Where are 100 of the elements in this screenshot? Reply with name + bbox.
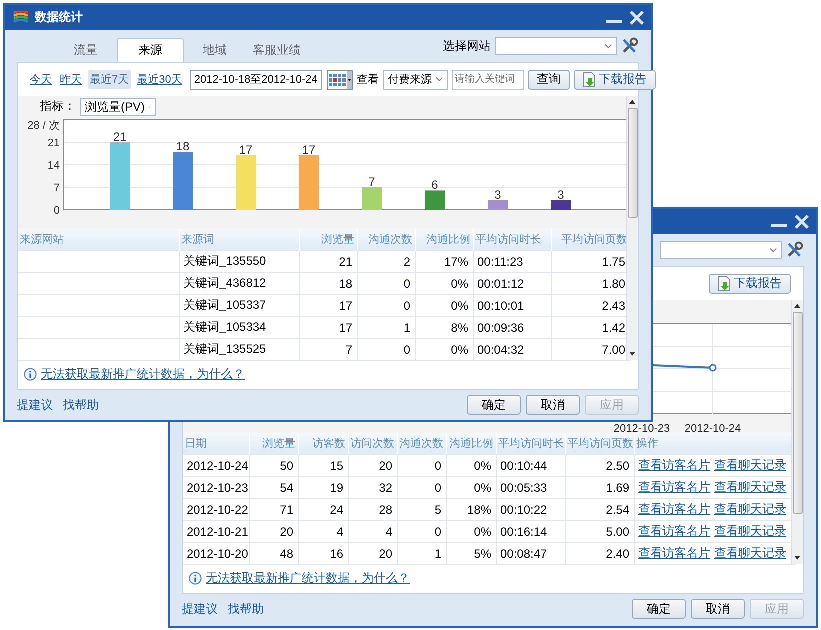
tools-icon[interactable]	[621, 37, 639, 55]
column-header: 平均访问时长	[496, 433, 565, 454]
column-header: 访客数	[298, 433, 348, 454]
table-link[interactable]: 查看访客名片	[638, 458, 710, 472]
table-cell: 00:10:01	[473, 294, 551, 316]
dialog-button[interactable]: 取消	[526, 395, 580, 415]
table-cell: 00:05:33	[496, 476, 565, 498]
footer-link[interactable]: 提建议	[182, 600, 218, 618]
tools-icon[interactable]	[786, 241, 804, 259]
table-cell: 2012-10-23	[183, 476, 249, 498]
query-button[interactable]: 查询	[528, 70, 570, 90]
table-cell: 1	[357, 316, 415, 338]
bar-value-label: 17	[302, 142, 316, 157]
table-cell: 0	[357, 338, 415, 360]
date-range-link[interactable]: 今天	[28, 70, 54, 89]
table-cell: 20	[348, 542, 397, 564]
metric-label: 指标：	[40, 98, 76, 114]
table-cell: 24	[298, 498, 348, 520]
footer-link[interactable]: 找帮助	[228, 600, 264, 618]
column-header: 平均访问时长	[473, 229, 551, 250]
table-cell: 5	[397, 498, 446, 520]
table-cell: 28	[348, 498, 397, 520]
date-range-link[interactable]: 最近7天	[88, 70, 132, 89]
dialog-button[interactable]: 取消	[691, 599, 745, 619]
table-link[interactable]: 查看访客名片	[638, 524, 710, 538]
table-cell: 00:04:32	[473, 338, 551, 360]
date-range-link[interactable]: 昨天	[58, 70, 84, 89]
chevron-down-icon	[605, 44, 612, 48]
x-axis-label: 2012-10-24	[684, 423, 742, 433]
column-header: 来源词	[179, 229, 299, 250]
table-cell: 16	[298, 542, 348, 564]
table-cell: 关键词_105337	[179, 294, 299, 316]
scrollbar[interactable]	[626, 96, 638, 360]
table-cell: 00:16:14	[496, 520, 565, 542]
table-cell: 17	[299, 294, 357, 316]
table-link[interactable]: 查看访客名片	[638, 480, 710, 494]
table-link[interactable]: 查看聊天记录	[714, 480, 786, 494]
scroll-down-icon[interactable]	[628, 350, 637, 358]
table-cell: 0%	[415, 338, 473, 360]
table-cell: 00:10:22	[496, 498, 565, 520]
help-link[interactable]: 无法获取最新推广统计数据，为什么？	[41, 366, 245, 383]
bar-value-label: 3	[494, 188, 502, 202]
tab[interactable]: 地域	[184, 38, 246, 62]
table-link[interactable]: 查看访客名片	[638, 546, 710, 560]
scroll-up-icon[interactable]	[793, 302, 802, 310]
info-icon	[189, 572, 202, 585]
bar	[362, 188, 382, 210]
calendar-button[interactable]	[326, 70, 353, 90]
dialog-button[interactable]: 确定	[467, 395, 521, 415]
help-link[interactable]: 无法获取最新推广统计数据，为什么？	[206, 570, 410, 587]
keyword-field[interactable]: 请输入关键词	[452, 70, 524, 90]
table-cell: 2012-10-21	[183, 520, 249, 542]
download-report-button[interactable]: 下载报告	[574, 70, 656, 90]
bar	[110, 142, 130, 210]
table-cell: 17%	[415, 250, 473, 272]
metric-select[interactable]: 浏览量(PV)	[80, 98, 156, 116]
footer-link[interactable]: 找帮助	[63, 396, 99, 414]
footer-link[interactable]: 提建议	[17, 396, 53, 414]
tab[interactable]: 流量	[55, 38, 117, 62]
table-link[interactable]: 查看聊天记录	[714, 458, 786, 472]
column-header: 日期	[183, 433, 249, 454]
chevron-down-icon	[436, 77, 443, 82]
table-cell: 00:10:44	[496, 454, 565, 476]
table-cell: 2.40	[565, 542, 634, 564]
column-header: 平均访问页数	[565, 433, 634, 454]
table-cell: 0%	[415, 272, 473, 294]
column-header: 沟通次数	[357, 229, 415, 250]
close-button[interactable]	[629, 10, 645, 26]
download-report-button[interactable]: 下载报告	[709, 274, 791, 294]
bar-value-label: 3	[558, 188, 564, 202]
table-cell: 2012-10-22	[183, 498, 249, 520]
table-cell: 18%	[446, 498, 496, 520]
scrollbar[interactable]	[791, 300, 803, 564]
tab[interactable]: 来源	[117, 38, 184, 62]
table-link[interactable]: 查看聊天记录	[714, 546, 786, 560]
table-link[interactable]: 查看聊天记录	[714, 524, 786, 538]
download-icon	[718, 276, 732, 292]
scroll-up-icon[interactable]	[628, 98, 637, 106]
table-cell: 0	[357, 294, 415, 316]
date-range-field[interactable]: 2012-10-18至2012-10-24	[190, 70, 322, 90]
table-link[interactable]: 查看聊天记录	[714, 502, 786, 516]
tab[interactable]: 客服业绩	[246, 38, 308, 62]
table-cell: 5.00	[565, 520, 634, 542]
table-cell: 48	[249, 542, 298, 564]
close-button[interactable]	[794, 214, 810, 230]
table-cell: 17	[299, 316, 357, 338]
view-select[interactable]: 付费来源	[382, 70, 448, 90]
table-cell: 18	[299, 272, 357, 294]
bar	[299, 155, 319, 210]
bar	[488, 200, 508, 210]
date-range-link[interactable]: 最近30天	[135, 70, 184, 89]
download-icon	[582, 72, 597, 88]
table-link[interactable]: 查看访客名片	[638, 502, 710, 516]
dialog-button[interactable]: 确定	[632, 599, 686, 619]
table-cell: 54	[249, 476, 298, 498]
bar	[236, 155, 256, 210]
scroll-down-icon[interactable]	[793, 554, 802, 562]
table-cell: 2.54	[565, 498, 634, 520]
table-cell: 2.50	[565, 454, 634, 476]
x-axis-label: 2012-10-23	[614, 423, 670, 433]
